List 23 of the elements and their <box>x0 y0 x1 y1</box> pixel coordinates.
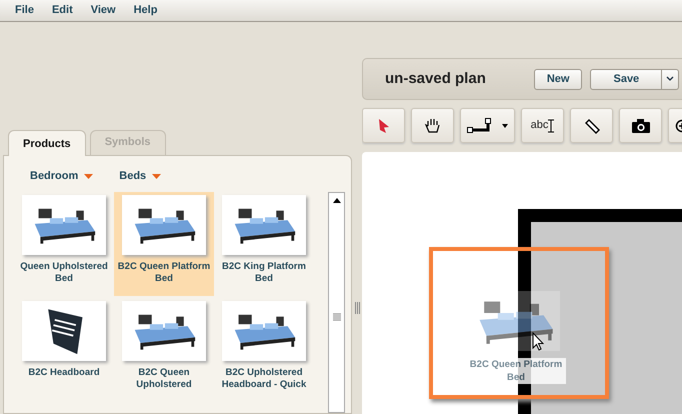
menu-item[interactable]: View <box>82 0 125 21</box>
menu-item[interactable]: Edit <box>42 0 82 21</box>
product-tile[interactable]: B2C Headboard <box>14 298 114 402</box>
product-name: B2C Upholstered Headboard - Quick <box>220 366 308 390</box>
product-tile[interactable]: Queen Upholstered Bed <box>14 192 114 296</box>
product-name: Queen Upholstered Bed <box>19 260 109 284</box>
product-tile[interactable]: B2C Queen Platform Bed <box>114 192 214 296</box>
panel-tab[interactable]: Products <box>8 130 86 156</box>
save-button[interactable]: Save <box>590 68 662 90</box>
product-name: B2C Headboard <box>28 366 100 378</box>
product-name: B2C Queen Upholstered <box>135 366 193 390</box>
text-tool-button[interactable]: abc <box>521 108 564 143</box>
product-name: B2C Queen Platform Bed <box>116 260 212 284</box>
plan-title: un-saved plan <box>385 68 486 89</box>
product-tile[interactable]: B2C King Platform Bed <box>214 192 314 296</box>
product-tile[interactable]: B2C Upholstered Headboard - Quick <box>214 298 314 402</box>
product-tile[interactable]: B2C Queen Upholstered <box>114 298 214 402</box>
category-dropdown[interactable]: Bedroom <box>30 166 94 188</box>
menu-item[interactable]: File <box>6 0 43 21</box>
product-name: B2C King Platform Bed <box>221 260 307 284</box>
category-dropdown[interactable]: Beds <box>119 166 162 188</box>
new-button[interactable]: New <box>534 68 582 90</box>
menu-item[interactable]: Help <box>124 0 166 21</box>
